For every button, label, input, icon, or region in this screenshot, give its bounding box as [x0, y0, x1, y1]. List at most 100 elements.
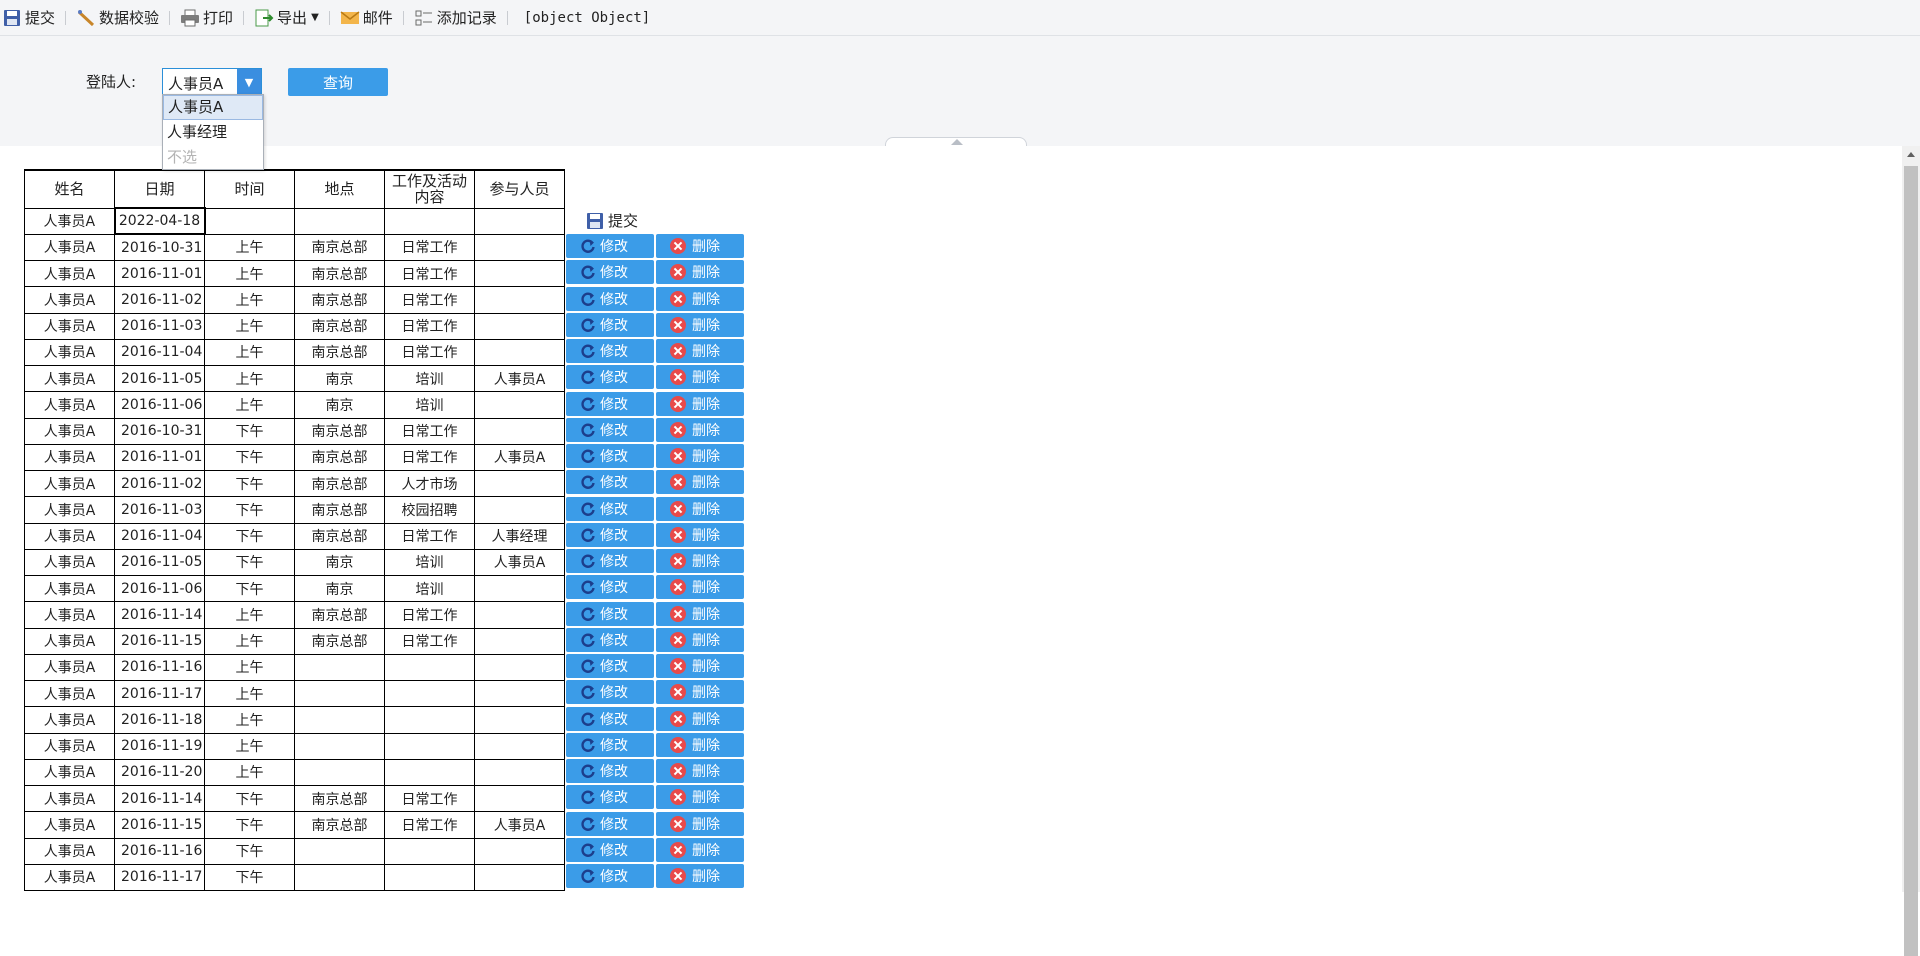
toolbar-print-button[interactable]: 打印: [178, 0, 235, 36]
edit-button-label: 修改: [600, 869, 628, 885]
edit-button[interactable]: 修改: [566, 575, 654, 600]
delete-button[interactable]: 删除: [656, 522, 744, 547]
dropdown-option[interactable]: 人事员A: [163, 95, 263, 120]
edit-button[interactable]: 修改: [566, 627, 654, 652]
table-cell[interactable]: [474, 207, 565, 235]
table-cell[interactable]: [294, 207, 385, 235]
edit-button[interactable]: 修改: [566, 522, 654, 547]
edit-button[interactable]: 修改: [566, 444, 654, 468]
chevron-down-icon[interactable]: ▼: [237, 69, 261, 95]
login-user-combobox[interactable]: 人事员A ▼: [162, 68, 262, 96]
delete-button[interactable]: 删除: [656, 864, 744, 888]
dropdown-option[interactable]: 人事经理: [163, 120, 263, 145]
toolbar-export-button[interactable]: 导出 ▼: [252, 0, 321, 36]
delete-button[interactable]: 删除: [656, 312, 744, 337]
mail-icon: [340, 8, 360, 28]
edit-button[interactable]: 修改: [566, 260, 654, 285]
delete-button[interactable]: 删除: [656, 286, 744, 311]
toolbar-add-record-button[interactable]: 添加记录: [412, 0, 499, 36]
delete-button[interactable]: 删除: [656, 627, 744, 652]
table-cell[interactable]: [204, 207, 295, 235]
refresh-icon: [581, 790, 595, 805]
delete-button[interactable]: 删除: [656, 785, 744, 810]
edit-button[interactable]: 修改: [566, 732, 654, 757]
edit-button[interactable]: 修改: [566, 417, 654, 442]
delete-button[interactable]: 删除: [656, 234, 744, 258]
delete-button[interactable]: 删除: [656, 654, 744, 678]
delete-button[interactable]: 删除: [656, 470, 744, 495]
row-action-group: 修改 删除: [566, 365, 746, 390]
toolbar-validate-button[interactable]: 数据校验: [74, 0, 161, 36]
toolbar-separator: [169, 10, 171, 25]
close-icon: [670, 421, 686, 438]
scroll-up-icon[interactable]: [1907, 152, 1915, 157]
table-row: 人事员A 2016-11-14 上午 南京总部 日常工作: [24, 601, 565, 629]
table-cell: 人事员A: [24, 837, 115, 865]
edit-button[interactable]: 修改: [566, 496, 654, 521]
table-cell: 上午: [204, 706, 295, 734]
table-edit-row: 人事员A 2022-04-18: [24, 206, 565, 236]
edit-button[interactable]: 修改: [566, 234, 654, 258]
table-cell[interactable]: 2022-04-18: [113, 206, 206, 236]
edit-button[interactable]: 修改: [566, 706, 654, 731]
toolbar: 提交 数据校验 打印 导出 ▼ 邮件 添加记录 [object Object]: [0, 0, 1920, 36]
delete-button[interactable]: 删除: [656, 837, 744, 862]
edit-button[interactable]: 修改: [566, 680, 654, 705]
column-header: 姓名: [24, 169, 115, 209]
table-cell: 2016-11-06: [114, 574, 205, 603]
table-cell: 上午: [204, 259, 295, 288]
edit-button[interactable]: 修改: [566, 365, 654, 390]
delete-button[interactable]: 删除: [656, 391, 744, 416]
edit-button[interactable]: 修改: [566, 785, 654, 810]
query-button[interactable]: 查询: [288, 68, 388, 96]
edit-button[interactable]: 修改: [566, 654, 654, 678]
edit-button[interactable]: 修改: [566, 864, 654, 888]
table-cell: 南京总部: [294, 286, 385, 314]
edit-button[interactable]: 修改: [566, 339, 654, 363]
edit-button[interactable]: 修改: [566, 470, 654, 495]
table-row: 人事员A 2016-11-02 上午 南京总部 日常工作: [24, 286, 565, 314]
edit-button[interactable]: 修改: [566, 601, 654, 626]
close-icon: [670, 868, 686, 884]
table-cell: 2016-11-02: [114, 469, 205, 498]
dropdown-option: 不选: [167, 148, 198, 166]
row-action-group: 修改 删除: [566, 706, 746, 731]
delete-button[interactable]: 删除: [656, 417, 744, 442]
delete-button[interactable]: 删除: [656, 339, 744, 363]
delete-button[interactable]: 删除: [656, 260, 744, 285]
refresh-icon: [581, 265, 595, 280]
delete-button[interactable]: 删除: [656, 811, 744, 836]
edit-button[interactable]: 修改: [566, 549, 654, 573]
delete-button[interactable]: 删除: [656, 444, 744, 468]
delete-button[interactable]: 删除: [656, 575, 744, 600]
table-cell: 2016-11-14: [114, 784, 205, 813]
edit-button[interactable]: 修改: [566, 391, 654, 416]
toolbar-mail-button[interactable]: 邮件: [338, 0, 395, 36]
edit-button[interactable]: 修改: [566, 286, 654, 311]
edit-button[interactable]: 修改: [566, 759, 654, 783]
delete-button[interactable]: 删除: [656, 496, 744, 521]
delete-button[interactable]: 删除: [656, 601, 744, 626]
delete-button[interactable]: 删除: [656, 732, 744, 757]
delete-button[interactable]: 删除: [656, 680, 744, 705]
edit-button[interactable]: 修改: [566, 312, 654, 337]
table-cell[interactable]: [384, 207, 475, 235]
table-cell[interactable]: 人事员A: [24, 207, 115, 235]
scrollbar-thumb[interactable]: [1904, 166, 1918, 956]
edit-button-label: 修改: [600, 816, 628, 833]
delete-button[interactable]: 删除: [656, 365, 744, 390]
collapse-panel-handle[interactable]: [885, 137, 1027, 146]
delete-button[interactable]: 删除: [656, 549, 744, 573]
toolbar-print-label: 打印: [203, 9, 234, 27]
table-cell: 下午: [204, 522, 295, 550]
table-row: 人事员A 2016-11-04 下午 南京总部 日常工作 人事经理: [24, 522, 565, 550]
delete-button[interactable]: 删除: [656, 706, 744, 731]
table-cell: [294, 653, 385, 682]
edit-button[interactable]: 修改: [566, 811, 654, 836]
delete-button[interactable]: 删除: [656, 759, 744, 783]
delete-button-label: 删除: [692, 554, 720, 570]
edit-button[interactable]: 修改: [566, 837, 654, 862]
vertical-scrollbar[interactable]: [1902, 146, 1920, 956]
row-submit-button[interactable]: 提交: [585, 210, 638, 231]
toolbar-submit-button[interactable]: 提交: [0, 0, 57, 36]
